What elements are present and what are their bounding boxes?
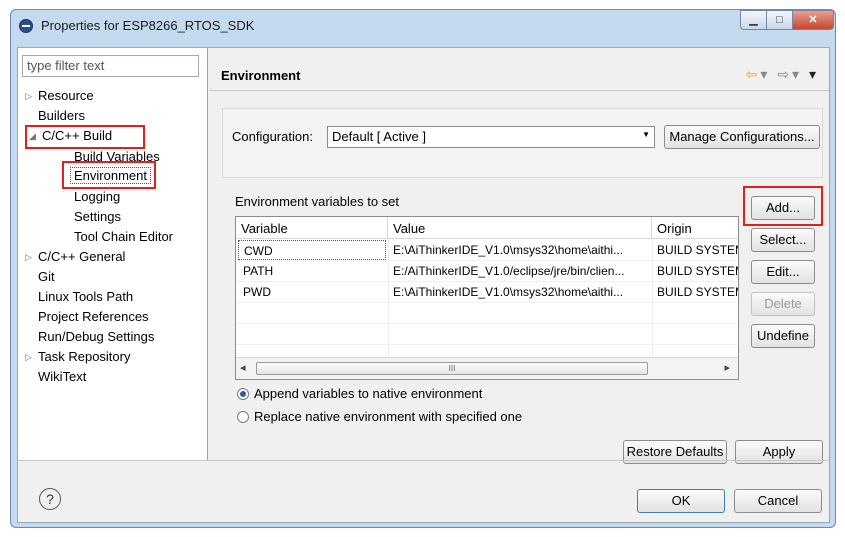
undefine-button[interactable]: Undefine xyxy=(751,324,815,348)
category-tree-panel: type filter text ▷ Resource Builders ◢ C… xyxy=(18,48,208,460)
column-header-variable[interactable]: Variable xyxy=(236,217,388,239)
table-cell-value[interactable]: E:\AiThinkerIDE_V1.0\msys32\home\aithi..… xyxy=(388,282,652,302)
scroll-right-icon[interactable]: ▸ xyxy=(724,361,730,374)
cancel-button[interactable]: Cancel xyxy=(734,489,822,513)
forward-menu-icon[interactable]: ▾ xyxy=(792,66,802,82)
tree-item-cpp-general[interactable]: C/C++ General xyxy=(38,249,125,264)
append-radio-label[interactable]: Append variables to native environment xyxy=(254,386,482,401)
footer-divider xyxy=(18,460,829,461)
column-header-origin[interactable]: Origin xyxy=(652,217,738,239)
table-cell-origin[interactable]: BUILD SYSTEM xyxy=(652,240,738,260)
close-button[interactable]: ✕ xyxy=(792,10,834,30)
delete-button[interactable]: Delete xyxy=(751,292,815,316)
ok-button[interactable]: OK xyxy=(637,489,725,513)
row-divider xyxy=(236,323,738,324)
dropdown-arrow-icon: ▼ xyxy=(642,130,650,139)
configuration-label: Configuration: xyxy=(232,129,313,144)
configuration-select[interactable]: Default [ Active ] ▼ xyxy=(327,126,655,148)
eclipse-icon xyxy=(19,19,33,33)
table-cell-origin[interactable]: BUILD SYSTEM xyxy=(652,282,738,302)
edit-button[interactable]: Edit... xyxy=(751,260,815,284)
title-bar[interactable]: Properties for ESP8266_RTOS_SDK ▁ □ ✕ xyxy=(11,10,835,42)
replace-radio-label[interactable]: Replace native environment with specifie… xyxy=(254,409,522,424)
tree-item-environment[interactable]: Environment xyxy=(70,167,151,184)
table-cell-variable[interactable]: PWD xyxy=(238,282,386,302)
table-cell-variable[interactable]: CWD xyxy=(238,240,386,260)
table-cell-origin[interactable]: BUILD SYSTEM xyxy=(652,261,738,281)
table-cell-value[interactable]: E:/AiThinkerIDE_V1.0/eclipse/jre/bin/cli… xyxy=(388,261,652,281)
row-divider xyxy=(236,302,738,303)
manage-configurations-button[interactable]: Manage Configurations... xyxy=(664,125,820,149)
add-button[interactable]: Add... xyxy=(751,196,815,220)
maximize-button[interactable]: □ xyxy=(766,10,793,30)
row-divider xyxy=(236,344,738,345)
tree-item-linux-tools-path[interactable]: Linux Tools Path xyxy=(38,289,133,304)
expand-icon[interactable]: ▷ xyxy=(25,352,32,363)
column-header-value[interactable]: Value xyxy=(388,217,652,239)
tree-item-run-debug-settings[interactable]: Run/Debug Settings xyxy=(38,329,154,344)
table-cell-variable[interactable]: PATH xyxy=(238,261,386,281)
help-icon[interactable]: ? xyxy=(39,488,61,510)
minimize-button[interactable]: ▁ xyxy=(740,10,767,30)
expand-icon[interactable]: ▷ xyxy=(25,91,32,102)
env-section-label: Environment variables to set xyxy=(235,194,400,209)
replace-radio[interactable] xyxy=(237,411,249,423)
configuration-panel: Configuration: Default [ Active ] ▼ Mana… xyxy=(222,108,823,178)
tree-item-tool-chain-editor[interactable]: Tool Chain Editor xyxy=(74,229,173,244)
tree-item-wikitext[interactable]: WikiText xyxy=(38,369,86,384)
page-navigation: ⇦▾ ⇨▾ ▾ xyxy=(746,66,819,83)
tree-item-resource[interactable]: Resource xyxy=(38,88,94,103)
append-radio[interactable] xyxy=(237,388,249,400)
tree-item-cpp-build[interactable]: C/C++ Build xyxy=(42,128,112,143)
properties-dialog: Properties for ESP8266_RTOS_SDK ▁ □ ✕ ty… xyxy=(10,9,836,528)
configuration-value: Default [ Active ] xyxy=(332,129,426,144)
back-menu-icon[interactable]: ▾ xyxy=(760,66,770,82)
dialog-client: type filter text ▷ Resource Builders ◢ C… xyxy=(17,47,830,523)
tree-item-logging[interactable]: Logging xyxy=(74,189,120,204)
select-button[interactable]: Select... xyxy=(751,228,815,252)
tree-item-task-repository[interactable]: Task Repository xyxy=(38,349,130,364)
tree-item-git[interactable]: Git xyxy=(38,269,55,284)
collapse-icon[interactable]: ◢ xyxy=(29,131,36,142)
tree-item-builders[interactable]: Builders xyxy=(38,108,85,123)
expand-icon[interactable]: ▷ xyxy=(25,252,32,263)
tree-item-settings[interactable]: Settings xyxy=(74,209,121,224)
window-title: Properties for ESP8266_RTOS_SDK xyxy=(41,18,255,33)
back-arrow-icon[interactable]: ⇦ xyxy=(746,66,761,82)
env-variables-table[interactable]: Variable Value Origin CWD E:\AiThinkerID… xyxy=(235,216,739,380)
scroll-left-icon[interactable]: ◂ xyxy=(240,361,246,374)
header-divider xyxy=(209,90,829,91)
environment-page: Environment ⇦▾ ⇨▾ ▾ Configuration: Defau… xyxy=(209,48,829,464)
scroll-thumb[interactable]: III xyxy=(256,362,648,375)
tree-item-project-references[interactable]: Project References xyxy=(38,309,149,324)
horizontal-scrollbar[interactable]: ◂ III ▸ xyxy=(236,357,738,379)
forward-arrow-icon[interactable]: ⇨ xyxy=(777,66,792,82)
filter-input[interactable]: type filter text xyxy=(22,55,199,77)
view-menu-icon[interactable]: ▾ xyxy=(809,66,819,82)
page-title: Environment xyxy=(221,68,301,83)
table-cell-value[interactable]: E:\AiThinkerIDE_V1.0\msys32\home\aithi..… xyxy=(388,240,652,260)
